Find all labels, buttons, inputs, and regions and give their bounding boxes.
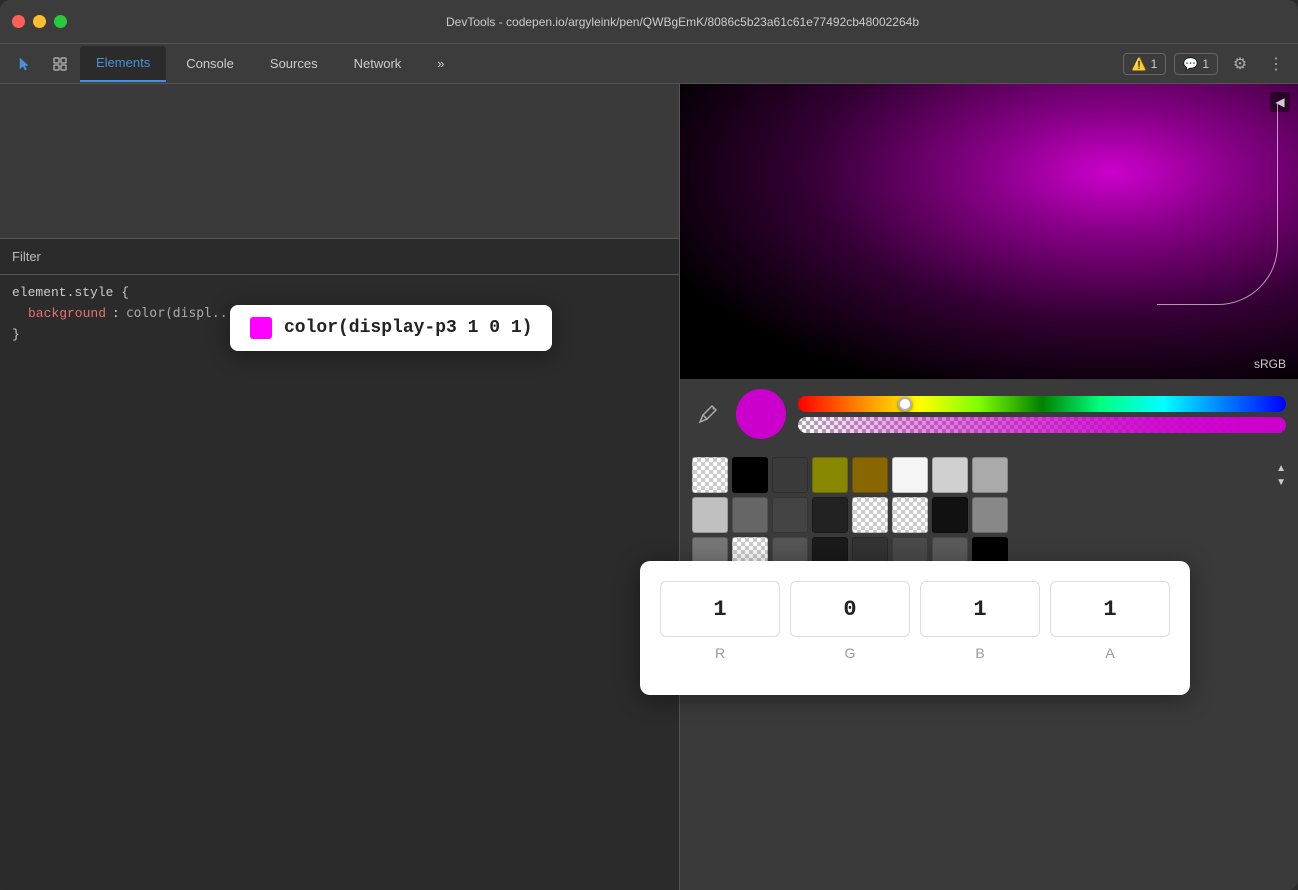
swatch-medium-gray[interactable] [972,457,1008,493]
tab-elements[interactable]: Elements [80,46,166,82]
filter-bar: Filter [0,239,679,275]
swatch-light-gray[interactable] [932,457,968,493]
property-name: background [28,304,106,325]
eyedropper-button[interactable] [692,398,724,430]
swatch-brown[interactable] [852,457,888,493]
g-input-box: G [790,581,910,661]
more-options-button[interactable]: ⋮ [1262,50,1290,78]
window-title: DevTools - codepen.io/argyleink/pen/QWBg… [79,15,1286,29]
tabs-bar: Elements Console Sources Network » ⚠️ 1 … [0,44,1298,84]
filter-label: Filter [12,249,41,264]
tab-sources-label: Sources [270,56,318,71]
selector-text: element.style { [12,285,129,300]
spectrum-thumb [898,397,912,411]
titlebar: DevTools - codepen.io/argyleink/pen/QWBg… [0,0,1298,44]
swatch-gray-5[interactable] [972,497,1008,533]
right-panel: sRGB ◀ [680,84,1298,890]
tab-network-label: Network [354,56,402,71]
tabs-right: ⚠️ 1 💬 1 ⚙ ⋮ [1123,50,1290,78]
swatch-checker2[interactable] [892,497,928,533]
tab-sources[interactable]: Sources [254,46,334,82]
srgb-label: sRGB [1254,357,1286,371]
g-input[interactable] [790,581,910,637]
a-label: A [1105,645,1114,661]
warning-count: 1 [1151,57,1158,71]
tooltip-color-swatch[interactable] [250,317,272,339]
swatch-olive[interactable] [812,457,848,493]
tab-more[interactable]: » [421,46,460,82]
devtools-window: DevTools - codepen.io/argyleink/pen/QWBg… [0,0,1298,890]
settings-button[interactable]: ⚙ [1226,50,1254,78]
tab-network[interactable]: Network [338,46,418,82]
dom-preview [0,84,679,239]
minimize-button[interactable] [33,15,46,28]
tab-console-label: Console [186,56,234,71]
colon-separator: : [112,304,120,325]
scroll-up-arrow[interactable]: ▲ [1276,463,1286,474]
swatches-row-2 [692,497,1286,533]
color-controls [680,379,1298,449]
swatch-silver[interactable] [692,497,728,533]
r-label: R [715,645,725,661]
close-button[interactable] [12,15,25,28]
warning-badge[interactable]: ⚠️ 1 [1123,53,1167,75]
tab-more-label: » [437,56,444,71]
opacity-bar[interactable] [798,417,1286,433]
r-input-box: R [660,581,780,661]
swatches-scroll: ▲ ▼ [1276,463,1286,488]
swatch-near-black[interactable] [932,497,968,533]
b-input[interactable] [920,581,1040,637]
tooltip-color-text: color(display-p3 1 0 1) [284,318,532,338]
main-content: Filter element.style { background : colo… [0,84,1298,890]
left-panel: Filter element.style { background : colo… [0,84,680,890]
swatch-transparent[interactable] [692,457,728,493]
a-input[interactable] [1050,581,1170,637]
rgba-inputs-row: R G B A [660,581,1170,661]
message-badge[interactable]: 💬 1 [1174,53,1218,75]
tab-console[interactable]: Console [170,46,250,82]
message-icon: 💬 [1183,57,1198,71]
swatch-gray-4[interactable] [812,497,848,533]
spectrum-bar[interactable] [798,396,1286,412]
swatches-row-1: ▲ ▼ [692,457,1286,493]
element-style-selector: element.style { [12,283,667,304]
opacity-fill [798,417,1286,433]
b-input-box: B [920,581,1040,661]
b-label: B [975,645,984,661]
color-tooltip: color(display-p3 1 0 1) [230,305,552,351]
swatch-dark-gray[interactable] [772,457,808,493]
styles-panel: element.style { background : color(displ… [0,275,679,890]
inspect-icon[interactable] [44,48,76,80]
warning-icon: ⚠️ [1132,57,1147,71]
close-brace-text: } [12,327,20,342]
traffic-lights [12,15,67,28]
color-preview-circle[interactable] [736,389,786,439]
swatch-gray-2[interactable] [732,497,768,533]
maximize-button[interactable] [54,15,67,28]
a-input-box: A [1050,581,1170,661]
tab-elements-label: Elements [96,55,150,70]
swatch-white-gray[interactable] [892,457,928,493]
message-count: 1 [1202,57,1209,71]
collapse-button[interactable]: ◀ [1270,92,1290,112]
r-input[interactable] [660,581,780,637]
sliders-area [798,396,1286,433]
swatch-gray-3[interactable] [772,497,808,533]
rgba-popup: R G B A [640,561,1190,695]
property-value-truncated: color(displ... [126,304,236,325]
swatch-checker1[interactable] [852,497,888,533]
scroll-down-arrow[interactable]: ▼ [1276,477,1286,488]
g-label: G [845,645,856,661]
cursor-icon[interactable] [8,48,40,80]
eyedropper-row [692,389,1286,439]
gradient-canvas[interactable]: sRGB ◀ [680,84,1298,379]
swatch-black[interactable] [732,457,768,493]
